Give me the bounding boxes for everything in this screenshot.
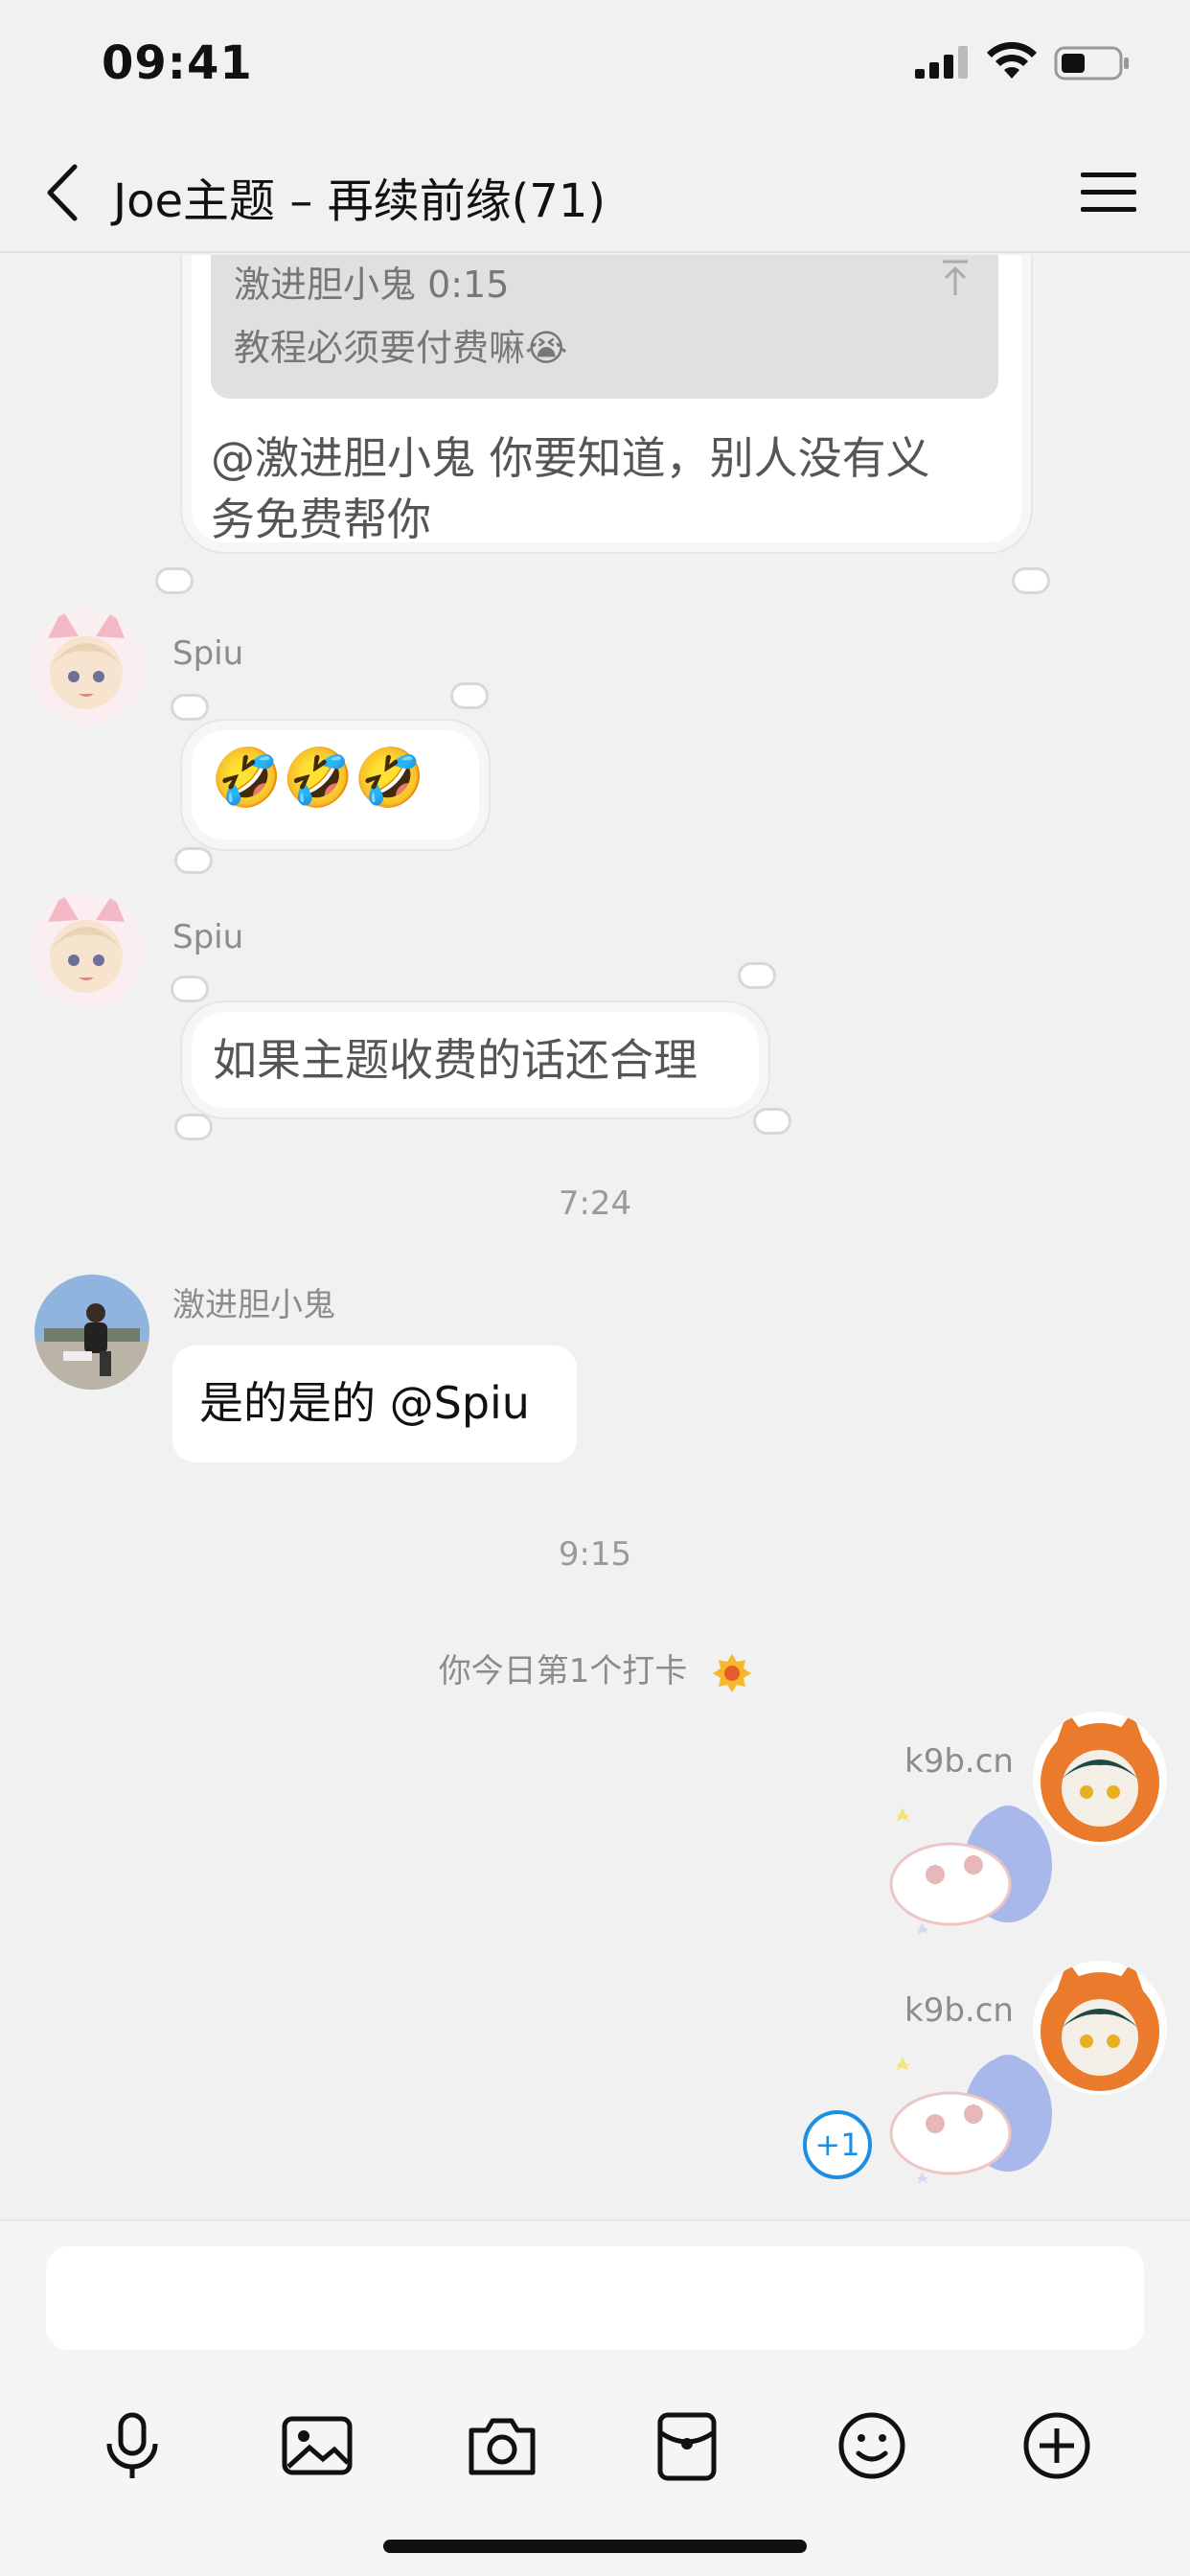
bubble-decoration (1012, 567, 1050, 594)
bubble-decoration (753, 1108, 791, 1135)
message-bubble[interactable]: 如果主题收费的话还合理 (192, 1012, 759, 1108)
chat-title[interactable]: Joe主题 – 再续前缘(71) (113, 163, 606, 230)
cellular-signal-icon (915, 46, 968, 79)
quote-sender: 激进胆小鬼 0:15 (234, 264, 510, 306)
medal-icon (713, 1653, 752, 1692)
status-time: 09:41 (102, 36, 253, 90)
time-separator: 7:24 (558, 1184, 632, 1223)
status-bar: 09:41 (0, 0, 1190, 134)
message-text: 如果主题收费的话还合理 (213, 1034, 698, 1086)
message-list[interactable]: 激进胆小鬼 0:15 教程必须要付费嘛😭 @激进胆小鬼 你要知道，别人没有义 务… (0, 255, 1190, 2220)
plus-one-button[interactable]: +1 (803, 2110, 872, 2179)
camera-icon[interactable] (466, 2409, 538, 2482)
bubble-decoration (174, 1114, 213, 1140)
cat-seal-sticker[interactable] (874, 1788, 1065, 1942)
message-bubble[interactable]: 🤣🤣🤣 (192, 730, 479, 840)
message-input[interactable] (46, 2246, 1144, 2350)
back-arrow-icon[interactable] (38, 159, 86, 226)
message-text: 🤣🤣🤣 (211, 745, 426, 812)
microphone-icon[interactable] (96, 2409, 169, 2482)
bubble-decoration (738, 962, 776, 989)
checkin-text: 你今日第1个打卡 (438, 1652, 688, 1690)
reply-text-line: 务免费帮你 (211, 494, 431, 545)
reply-text-line: @激进胆小鬼 你要知道，别人没有义 (211, 432, 930, 484)
bubble-decoration (155, 567, 194, 594)
quoted-message[interactable]: 激进胆小鬼 0:15 教程必须要付费嘛😭 (211, 255, 998, 399)
sticker-label: k9b.cn (904, 1991, 1014, 2030)
sticker-label: k9b.cn (904, 1742, 1014, 1781)
avatar[interactable] (29, 610, 144, 724)
image-icon[interactable] (281, 2409, 354, 2482)
menu-icon[interactable] (1081, 169, 1136, 217)
input-area (0, 2220, 1190, 2576)
quote-text: 教程必须要付费嘛😭 (234, 327, 568, 369)
jump-to-top-icon[interactable] (939, 259, 972, 297)
time-separator: 9:15 (558, 1535, 632, 1574)
home-indicator (383, 2540, 807, 2553)
avatar[interactable] (34, 1275, 149, 1390)
anime-avatar-icon (29, 893, 144, 1008)
chat-header: Joe主题 – 再续前缘(71) (0, 134, 1190, 253)
wifi-icon (987, 42, 1037, 79)
bubble-decoration (171, 694, 209, 721)
cat-seal-sticker[interactable] (874, 2037, 1065, 2191)
anime-avatar-icon (29, 610, 144, 724)
bubble-decoration (171, 976, 209, 1002)
reply-text: @激进胆小鬼 你要知道，别人没有义 务免费帮你 (211, 427, 930, 550)
sender-name: Spiu (172, 634, 244, 673)
photo-avatar-icon (34, 1275, 149, 1390)
bubble-decoration (450, 682, 489, 709)
emoji-icon[interactable] (835, 2409, 908, 2482)
avatar[interactable] (29, 893, 144, 1008)
message-bubble[interactable]: 是的是的 @Spiu (172, 1346, 577, 1462)
message-text: 是的是的 @Spiu (199, 1377, 530, 1429)
red-packet-icon[interactable] (651, 2409, 723, 2482)
plus-icon[interactable] (1020, 2409, 1093, 2482)
bubble-decoration (174, 847, 213, 874)
sender-name: 激进胆小鬼 (172, 1286, 335, 1324)
sender-name: Spiu (172, 918, 244, 956)
checkin-notice: 你今日第1个打卡 (0, 1644, 1190, 1694)
battery-icon (1054, 46, 1129, 80)
